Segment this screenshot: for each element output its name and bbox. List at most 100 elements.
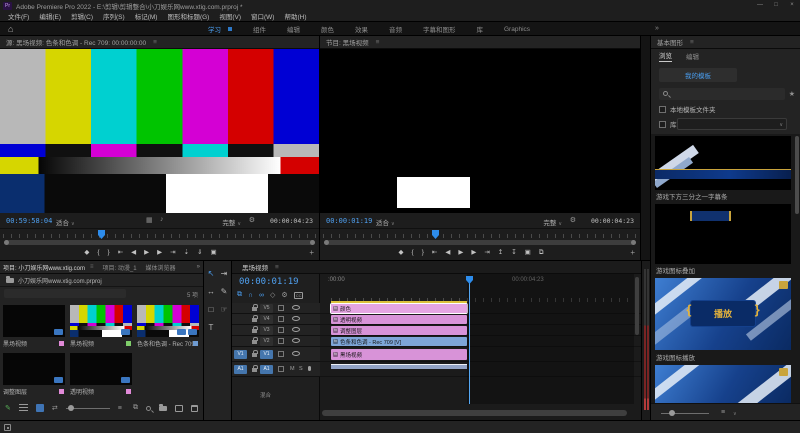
clear-trash-icon[interactable] xyxy=(191,405,198,412)
mute-toggle[interactable]: M xyxy=(290,366,295,372)
clip-black-video[interactable]: fx 黑场视频 xyxy=(331,349,467,360)
program-timecode[interactable]: 00:00:01:19 xyxy=(326,217,372,225)
timeline-timecode[interactable]: 00:00:01:19 xyxy=(239,277,299,287)
source-timecode[interactable]: 00:59:58:04 xyxy=(6,217,52,225)
extract-button[interactable]: ↧ xyxy=(511,250,516,257)
my-templates-dropdown[interactable]: 我的模板 xyxy=(659,68,737,82)
source-zoom-select[interactable]: 适合∨ xyxy=(56,217,75,227)
workspace-tab-graphics[interactable]: Graphics xyxy=(504,26,530,33)
maximize-button[interactable]: □ xyxy=(768,0,784,11)
clip-transparent-video[interactable]: fx 透明视频 xyxy=(331,315,467,324)
add-marker-button[interactable]: ◆ xyxy=(84,250,89,257)
tab-browse[interactable]: 浏览 xyxy=(659,50,672,62)
add-marker-button[interactable]: ◆ xyxy=(399,250,404,257)
project-bin-row[interactable]: 小刀娱乐网www.xtig.com.prproj xyxy=(0,274,203,287)
zoom-slider[interactable] xyxy=(66,408,110,409)
add-marker-icon[interactable]: ◇ xyxy=(270,291,275,299)
star-favorites-icon[interactable]: ★ xyxy=(789,90,795,98)
step-back-button[interactable]: ◀ xyxy=(131,250,136,257)
timeline-settings-wrench-icon[interactable]: ⚙ xyxy=(281,291,287,299)
panel-menu-icon[interactable]: ≡ xyxy=(90,264,94,270)
new-bin-icon[interactable] xyxy=(159,406,167,411)
template-search-input[interactable] xyxy=(659,88,785,100)
workspace-tab-audio[interactable]: 音频 xyxy=(389,24,402,34)
label-color-chip[interactable] xyxy=(59,389,64,394)
label-color-chip[interactable] xyxy=(126,389,131,394)
tab-project-xiaodao[interactable]: 项目: 小刀娱乐网www.xtig.com xyxy=(3,263,85,272)
compare-view-button[interactable]: ⧉ xyxy=(539,250,544,257)
panel-menu-icon[interactable]: ≡ xyxy=(376,39,380,46)
tab-edit[interactable]: 编辑 xyxy=(686,51,699,61)
project-item-thumbnail[interactable] xyxy=(137,305,199,337)
step-forward-button[interactable]: ▶ xyxy=(471,250,476,257)
item-name[interactable]: 黑场视频 xyxy=(3,342,27,348)
settings-wrench-icon[interactable]: ⚙ xyxy=(249,216,255,224)
lock-icon[interactable] xyxy=(252,340,257,344)
audio-clip[interactable] xyxy=(331,364,467,369)
source-patch-v1[interactable]: V1 xyxy=(234,350,247,359)
local-templates-checkbox-row[interactable]: 本地模板文件夹 xyxy=(659,104,716,114)
overwrite-button[interactable]: ⇓ xyxy=(197,250,202,257)
new-item-icon[interactable] xyxy=(175,405,183,412)
track-header-v5[interactable]: V5 xyxy=(232,303,320,314)
track-select-forward-tool[interactable]: ⇥ xyxy=(218,269,230,278)
source-playback-resolution[interactable]: 完整∨ xyxy=(222,217,241,227)
sort-icon[interactable]: ≡ xyxy=(118,405,122,412)
track-header-v1[interactable]: V1 V1 xyxy=(232,347,320,362)
item-name[interactable]: 色条和色调 - Rec 709 xyxy=(137,342,195,348)
workspace-overflow-icon[interactable]: » xyxy=(655,25,659,32)
tab-overflow-icon[interactable]: » xyxy=(197,264,200,270)
step-forward-button[interactable]: ▶ xyxy=(157,250,162,257)
item-name[interactable]: 黑场视频 xyxy=(70,342,94,348)
writable-pencil-icon[interactable]: ✎ xyxy=(5,404,11,412)
track-label[interactable]: V2 xyxy=(260,337,273,346)
chevron-down-icon[interactable]: ∨ xyxy=(733,411,737,417)
library-select[interactable]: ∨ xyxy=(677,118,787,130)
pen-tool[interactable]: ✎ xyxy=(218,287,230,296)
panel-menu-icon[interactable]: ≡ xyxy=(690,39,694,46)
export-frame-button[interactable]: ▣ xyxy=(525,250,531,257)
template-list-scrollbar[interactable] xyxy=(795,136,799,214)
track-header-a1[interactable]: A1 A1 M S xyxy=(232,362,320,377)
find-icon[interactable] xyxy=(146,406,151,411)
template-thumbnail[interactable] xyxy=(655,204,791,264)
program-zoom-select[interactable]: 适合∨ xyxy=(376,217,395,227)
checkbox-icon[interactable] xyxy=(659,106,666,113)
button-editor-plus[interactable]: + xyxy=(309,248,314,257)
workspace-tab-effects[interactable]: 效果 xyxy=(355,24,368,34)
project-item-thumbnail[interactable] xyxy=(3,305,65,337)
tab-project-donghua[interactable]: 项目: 动漫_1 xyxy=(103,263,137,272)
workspace-tab-assembly[interactable]: 组件 xyxy=(253,24,266,34)
menu-clip[interactable]: 剪辑(C) xyxy=(66,11,98,21)
mark-out-button[interactable]: } xyxy=(108,250,110,257)
lift-button[interactable]: ↥ xyxy=(498,250,503,257)
icon-view-icon[interactable] xyxy=(36,404,44,412)
project-item-thumbnail[interactable] xyxy=(70,305,132,337)
button-editor-plus[interactable]: + xyxy=(630,248,635,257)
linked-selection-icon[interactable]: ∞ xyxy=(259,292,264,299)
step-back-button[interactable]: ◀ xyxy=(445,250,450,257)
sync-lock-icon[interactable] xyxy=(278,327,284,333)
lock-icon[interactable] xyxy=(252,329,257,333)
program-time-ruler[interactable] xyxy=(320,228,640,239)
source-video-frame[interactable] xyxy=(0,49,319,213)
menu-file[interactable]: 文件(F) xyxy=(3,11,34,21)
voiceover-mic-icon[interactable] xyxy=(308,366,311,371)
template-thumbnail[interactable] xyxy=(655,365,791,403)
tab-media-browser[interactable]: 媒体浏览器 xyxy=(146,263,176,272)
sequence-tab[interactable]: 黑场视频 xyxy=(242,262,268,272)
workspace-tab-editing[interactable]: 编辑 xyxy=(287,24,300,34)
panel-menu-icon[interactable]: ≡ xyxy=(275,264,279,271)
ripple-edit-tool[interactable]: ↔ xyxy=(205,287,217,296)
sync-lock-icon[interactable] xyxy=(278,351,284,357)
scrollbar-handle[interactable] xyxy=(4,240,315,245)
clip-bars-and-tone[interactable]: fx 色条和色调 - Rec 709 [V] xyxy=(331,337,467,346)
slider-knob[interactable] xyxy=(68,405,74,411)
item-name[interactable]: 调整图层 xyxy=(3,390,27,396)
menu-graphics[interactable]: 图形和标题(G) xyxy=(162,11,214,21)
insert-button[interactable]: ⇣ xyxy=(184,250,189,257)
sort-icon[interactable]: ≡ xyxy=(721,409,725,416)
program-monitor-header[interactable]: 节目: 黑场视频 ≡ xyxy=(320,36,640,49)
project-item-thumbnail[interactable] xyxy=(70,353,132,385)
type-tool[interactable]: T xyxy=(205,323,217,332)
